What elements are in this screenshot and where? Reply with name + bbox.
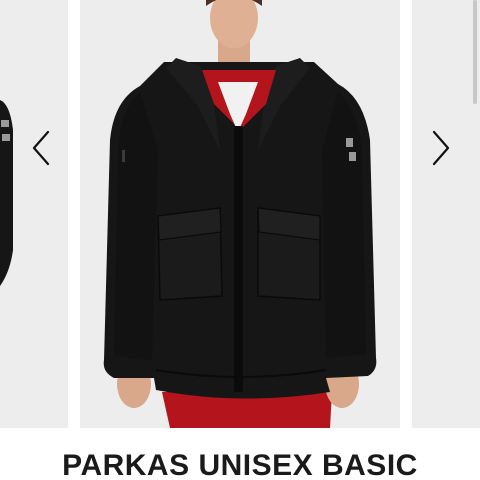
product-image-next — [412, 0, 480, 428]
chevron-left-icon — [32, 130, 50, 166]
carousel-prev-button[interactable] — [26, 126, 54, 170]
carousel-slide-previous[interactable] — [0, 0, 68, 428]
carousel-slide-next[interactable] — [412, 0, 480, 428]
chevron-right-icon — [432, 130, 450, 166]
image-carousel[interactable] — [0, 0, 480, 428]
carousel-next-button[interactable] — [428, 126, 456, 170]
product-page: PARKAS UNISEX BASIC — [0, 0, 480, 480]
page-scrollbar[interactable] — [473, 0, 477, 104]
product-image-back-view — [0, 100, 13, 286]
product-image-parka-front — [103, 0, 377, 428]
product-title: PARKAS UNISEX BASIC — [62, 449, 418, 480]
carousel-slide-current[interactable] — [80, 0, 400, 428]
